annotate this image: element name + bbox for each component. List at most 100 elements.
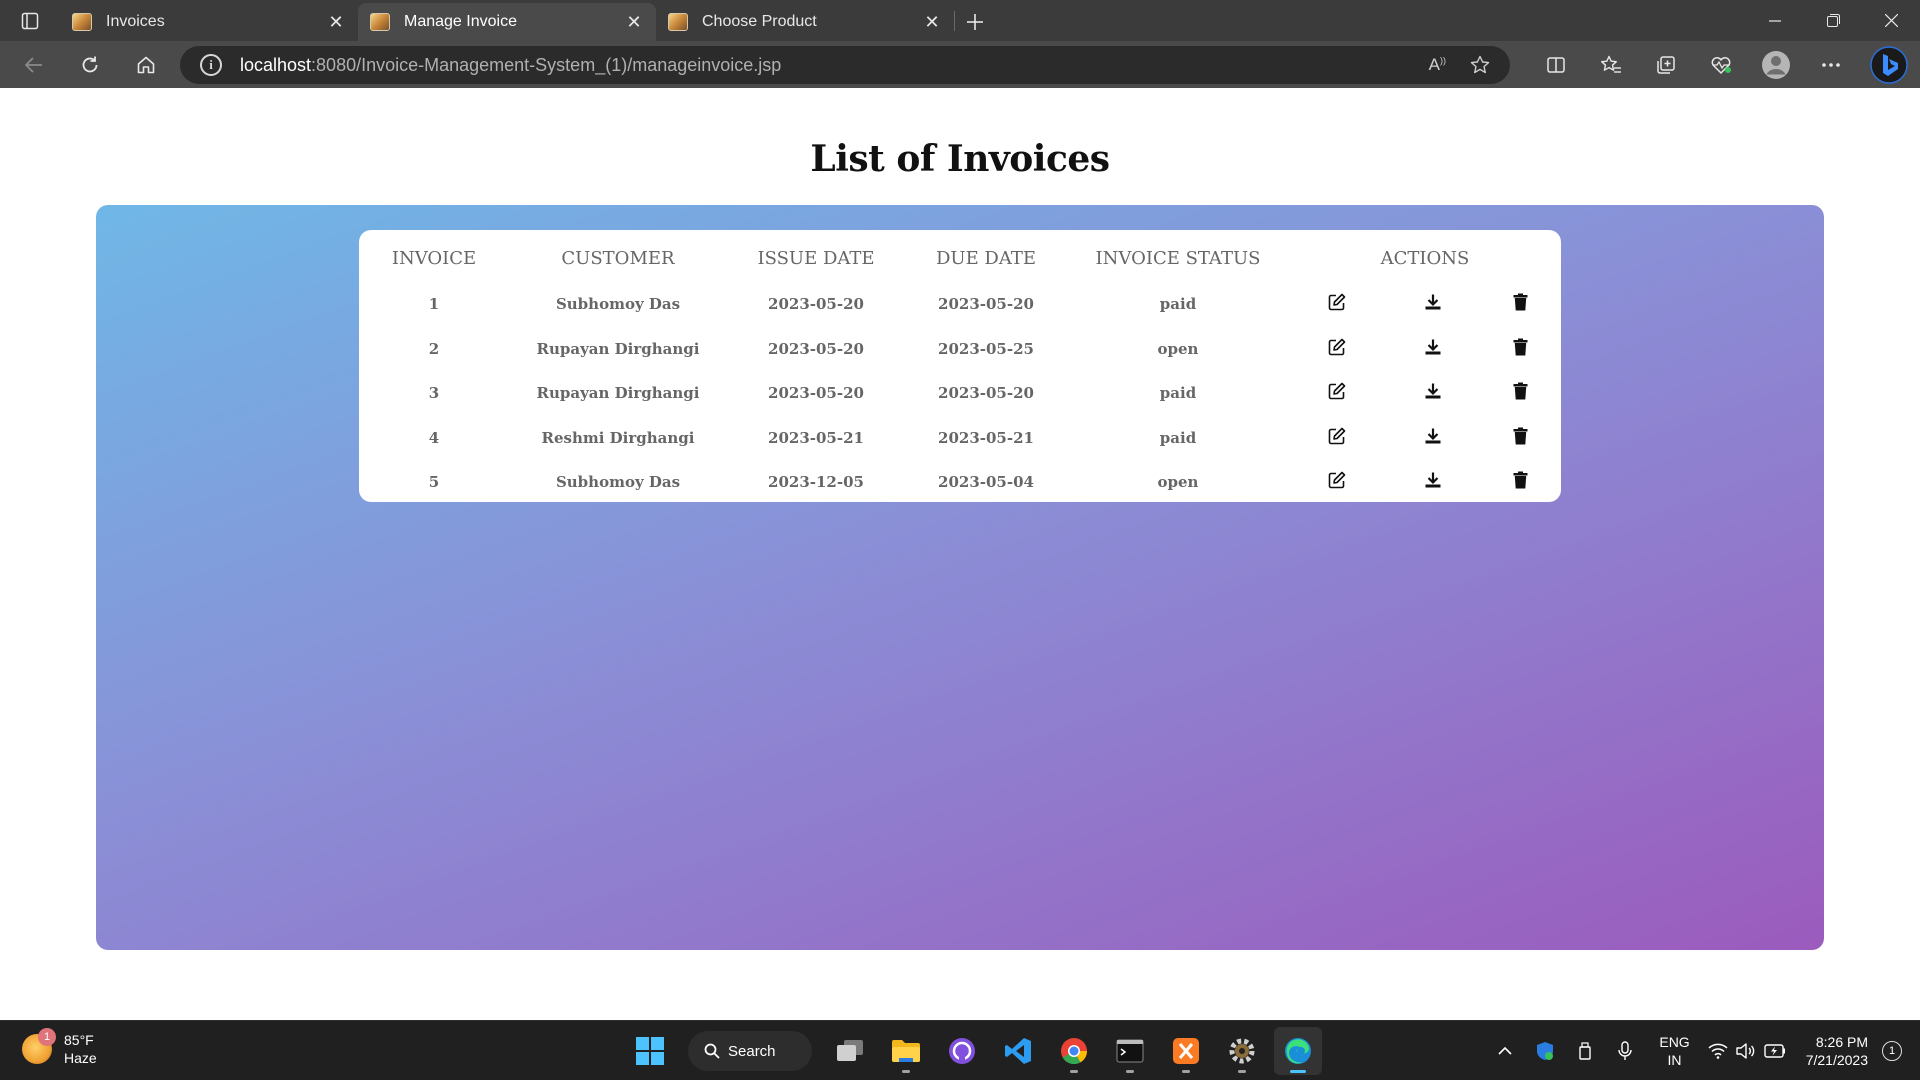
active-indicator	[1290, 1070, 1306, 1073]
tab-manage-invoice[interactable]: Manage Invoice ✕	[358, 3, 656, 41]
download-icon	[1425, 339, 1441, 355]
site-favicon-icon	[72, 13, 92, 31]
download-invoice-button[interactable]	[1424, 338, 1442, 356]
favorite-star-icon[interactable]	[1470, 55, 1490, 75]
collections-icon	[1656, 55, 1675, 74]
xampp-icon	[1173, 1038, 1199, 1064]
edge-button[interactable]	[1274, 1027, 1322, 1075]
delete-invoice-button[interactable]	[1513, 293, 1528, 311]
wifi-status[interactable]	[1704, 1021, 1732, 1080]
edit-invoice-button[interactable]	[1328, 338, 1346, 356]
microphone-button[interactable]	[1605, 1021, 1645, 1080]
delete-invoice-button[interactable]	[1513, 471, 1528, 489]
cell-customer: Subhomoy Das	[555, 295, 681, 314]
task-view-button[interactable]	[826, 1027, 874, 1075]
plus-icon	[967, 14, 983, 30]
cell-customer: Rupayan Dirghangi	[536, 339, 700, 358]
address-bar[interactable]: i localhost:8080/Invoice-Management-Syst…	[180, 46, 1510, 84]
running-indicator	[902, 1070, 910, 1073]
terminal-button[interactable]	[1106, 1027, 1154, 1075]
close-tab-icon[interactable]: ✕	[326, 12, 346, 33]
heart-pulse-icon	[1711, 56, 1731, 74]
tab-title: Invoices	[106, 13, 165, 30]
close-window-button[interactable]	[1862, 0, 1920, 41]
download-invoice-button[interactable]	[1424, 293, 1442, 311]
notification-center-button[interactable]: 1	[1882, 1041, 1902, 1061]
chevron-up-icon	[1498, 1047, 1512, 1055]
security-button[interactable]	[1525, 1021, 1565, 1080]
system-clock[interactable]: 8:26 PM 7/21/2023	[1806, 1033, 1868, 1069]
close-tab-icon[interactable]: ✕	[624, 12, 644, 33]
delete-invoice-button[interactable]	[1513, 338, 1528, 356]
cell-due-date: 2023-05-20	[938, 384, 1034, 403]
edge-icon	[1285, 1038, 1311, 1064]
collections-button[interactable]	[1638, 41, 1693, 88]
weather-widget[interactable]: 1 85°F Haze	[22, 1028, 97, 1067]
edit-invoice-button[interactable]	[1328, 471, 1346, 489]
header-actions: ACTIONS	[1380, 247, 1470, 269]
edit-invoice-button[interactable]	[1328, 427, 1346, 445]
wifi-icon	[1708, 1043, 1728, 1059]
clock-time: 8:26 PM	[1815, 1034, 1868, 1050]
folder-icon	[892, 1040, 920, 1062]
bing-copilot-icon	[1870, 45, 1908, 84]
delete-invoice-button[interactable]	[1513, 427, 1528, 445]
delete-invoice-button[interactable]	[1513, 382, 1528, 400]
download-icon	[1425, 472, 1441, 488]
language-indicator[interactable]: ENG IN	[1659, 1033, 1689, 1069]
back-button[interactable]	[12, 47, 56, 83]
minimize-button[interactable]	[1746, 0, 1804, 41]
tab-actions-button[interactable]	[0, 0, 60, 41]
url-text[interactable]: localhost:8080/Invoice-Management-System…	[240, 55, 781, 76]
clock-date: 7/21/2023	[1805, 1052, 1868, 1068]
profile-button[interactable]	[1748, 41, 1803, 88]
show-hidden-icons-button[interactable]	[1485, 1021, 1525, 1080]
table-row: 4 Reshmi Dirghangi 2023-05-21 2023-05-21 pai…	[359, 416, 1561, 461]
copilot-button[interactable]	[1858, 41, 1920, 88]
table-row: 5 Subhomoy Das 2023-12-05 2023-05-04 open	[359, 460, 1561, 505]
taskbar-search[interactable]: Search	[688, 1031, 812, 1071]
home-button[interactable]	[124, 47, 168, 83]
vscode-button[interactable]	[994, 1027, 1042, 1075]
start-button[interactable]	[626, 1027, 674, 1075]
header-customer: CUSTOMER	[561, 247, 675, 269]
settings-app-button[interactable]	[1218, 1027, 1266, 1075]
chrome-button[interactable]	[1050, 1027, 1098, 1075]
browser-essentials-button[interactable]	[1693, 41, 1748, 88]
cell-issue-date: 2023-05-20	[768, 295, 864, 314]
tab-choose-product[interactable]: Choose Product ✕	[656, 3, 954, 41]
tab-title: Choose Product	[702, 13, 817, 30]
site-info-icon[interactable]: i	[200, 54, 222, 76]
battery-status[interactable]	[1760, 1021, 1790, 1080]
cell-invoice-number: 5	[428, 473, 440, 492]
new-tab-button[interactable]	[955, 3, 995, 41]
usb-device-button[interactable]	[1565, 1021, 1605, 1080]
windows-taskbar: 1 85°F Haze Search ENG IN 8:26 PM 7/21/2…	[0, 1020, 1920, 1080]
favorites-button[interactable]	[1583, 41, 1638, 88]
header-invoice-status: INVOICE STATUS	[1095, 247, 1261, 269]
more-dots-icon	[1821, 62, 1840, 67]
settings-more-button[interactable]	[1803, 41, 1858, 88]
browser-tab-strip: Invoices ✕ Manage Invoice ✕ Choose Produ…	[0, 0, 1920, 41]
edit-icon	[1328, 338, 1346, 356]
download-invoice-button[interactable]	[1424, 471, 1442, 489]
edit-invoice-button[interactable]	[1328, 293, 1346, 311]
read-aloud-icon[interactable]: A))	[1429, 55, 1446, 75]
github-desktop-button[interactable]	[938, 1027, 986, 1075]
edit-icon	[1328, 427, 1346, 445]
restore-button[interactable]	[1804, 0, 1862, 41]
split-screen-button[interactable]	[1528, 41, 1583, 88]
xampp-button[interactable]	[1162, 1027, 1210, 1075]
cell-issue-date: 2023-12-05	[768, 473, 864, 492]
volume-status[interactable]	[1732, 1021, 1760, 1080]
browser-toolbar: i localhost:8080/Invoice-Management-Syst…	[0, 41, 1920, 88]
minimize-icon	[1769, 19, 1781, 22]
close-tab-icon[interactable]: ✕	[922, 12, 942, 33]
edit-invoice-button[interactable]	[1328, 382, 1346, 400]
url-path: :8080/Invoice-Management-System_(1)/mana…	[311, 54, 782, 75]
tab-invoices[interactable]: Invoices ✕	[60, 3, 358, 41]
refresh-button[interactable]	[68, 47, 112, 83]
download-invoice-button[interactable]	[1424, 382, 1442, 400]
file-explorer-button[interactable]	[882, 1027, 930, 1075]
download-invoice-button[interactable]	[1424, 427, 1442, 445]
